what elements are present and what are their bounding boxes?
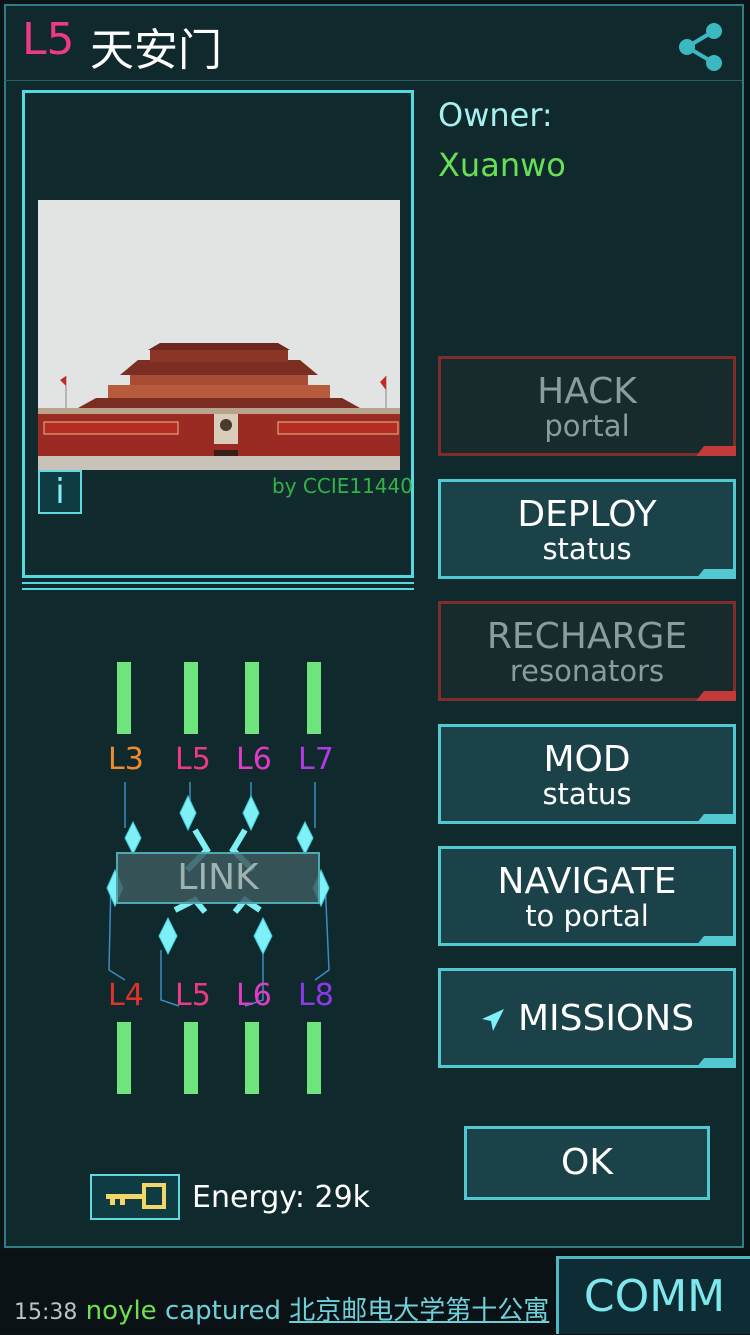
- recharge-button[interactable]: RECHARGE resonators: [438, 601, 736, 701]
- resonator-energy-bar-bottom-2: [184, 1022, 198, 1094]
- mod-button-sublabel: status: [542, 777, 632, 811]
- ticker-portal-link[interactable]: 北京邮电大学第十公寓: [289, 1296, 549, 1326]
- resonator-energy-bar-top-1: [117, 662, 131, 734]
- deploy-button[interactable]: DEPLOY status: [438, 479, 736, 579]
- key-glyph: [106, 1183, 166, 1209]
- title-divider: [4, 80, 742, 81]
- recharge-button-label: RECHARGE: [486, 616, 688, 657]
- info-icon[interactable]: i: [38, 470, 82, 514]
- resonator-energy-bar-top-4: [307, 662, 321, 734]
- portal-level: L5: [22, 14, 75, 65]
- mod-button[interactable]: MOD status: [438, 724, 736, 824]
- comm-ticker[interactable]: 15:38 noyle captured 北京邮电大学第十公寓: [14, 1290, 549, 1327]
- resonator-level-top-4: L7: [298, 742, 334, 777]
- missions-button-label: MISSIONS: [517, 998, 695, 1039]
- mod-button-label: MOD: [543, 739, 631, 780]
- resonator-energy-bar-bottom-4: [307, 1022, 321, 1094]
- resonator-energy-bar-top-2: [184, 662, 198, 734]
- resonator-level-bottom-1: L4: [108, 978, 144, 1013]
- resonator-level-bottom-4: L8: [298, 978, 334, 1013]
- photo-divider-2: [22, 588, 414, 590]
- navigate-button[interactable]: NAVIGATE to portal: [438, 846, 736, 946]
- photo-credit: by CCIE11440: [272, 474, 413, 498]
- owner-label: Owner:: [438, 96, 553, 134]
- navigate-button-sublabel: to portal: [525, 899, 649, 933]
- corner-accent: [696, 936, 736, 946]
- deploy-button-sublabel: status: [542, 532, 632, 566]
- corner-accent: [696, 1058, 736, 1068]
- key-icon[interactable]: [90, 1174, 180, 1220]
- deploy-button-label: DEPLOY: [517, 494, 657, 535]
- comm-button[interactable]: COMM: [556, 1256, 750, 1334]
- share-icon[interactable]: [676, 22, 728, 72]
- corner-accent: [696, 446, 736, 456]
- resonator-level-top-2: L5: [175, 742, 211, 777]
- corner-accent: [696, 691, 736, 701]
- resonator-level-top-1: L3: [108, 742, 144, 777]
- corner-accent: [696, 814, 736, 824]
- resonator-level-bottom-2: L5: [175, 978, 211, 1013]
- photo-divider: [22, 582, 414, 584]
- hack-button-label: HACK: [537, 371, 637, 412]
- resonator-energy-bar-top-3: [245, 662, 259, 734]
- recharge-button-sublabel: resonators: [509, 654, 665, 688]
- ok-button[interactable]: OK: [464, 1126, 710, 1200]
- missions-button[interactable]: MISSIONS: [438, 968, 736, 1068]
- ticker-user: noyle: [85, 1296, 157, 1326]
- resonator-energy-bar-bottom-1: [117, 1022, 131, 1094]
- resonator-level-bottom-3: L6: [236, 978, 272, 1013]
- hack-button[interactable]: HACK portal: [438, 356, 736, 456]
- ticker-action: captured: [164, 1296, 281, 1326]
- corner-accent: [696, 569, 736, 579]
- portal-photo[interactable]: [38, 200, 400, 470]
- portal-name: 天安门: [90, 25, 222, 76]
- hack-button-sublabel: portal: [544, 409, 630, 443]
- gate-tower-illustration: [38, 200, 400, 470]
- resonator-level-top-3: L6: [236, 742, 272, 777]
- link-button[interactable]: LINK: [116, 852, 320, 904]
- resonator-energy-bar-bottom-3: [245, 1022, 259, 1094]
- ticker-time: 15:38: [14, 1300, 78, 1325]
- energy-readout: Energy: 29k: [192, 1180, 371, 1215]
- mission-arrow-icon: [481, 1009, 504, 1031]
- navigate-button-label: NAVIGATE: [497, 861, 677, 902]
- owner-name[interactable]: Xuanwo: [438, 146, 566, 184]
